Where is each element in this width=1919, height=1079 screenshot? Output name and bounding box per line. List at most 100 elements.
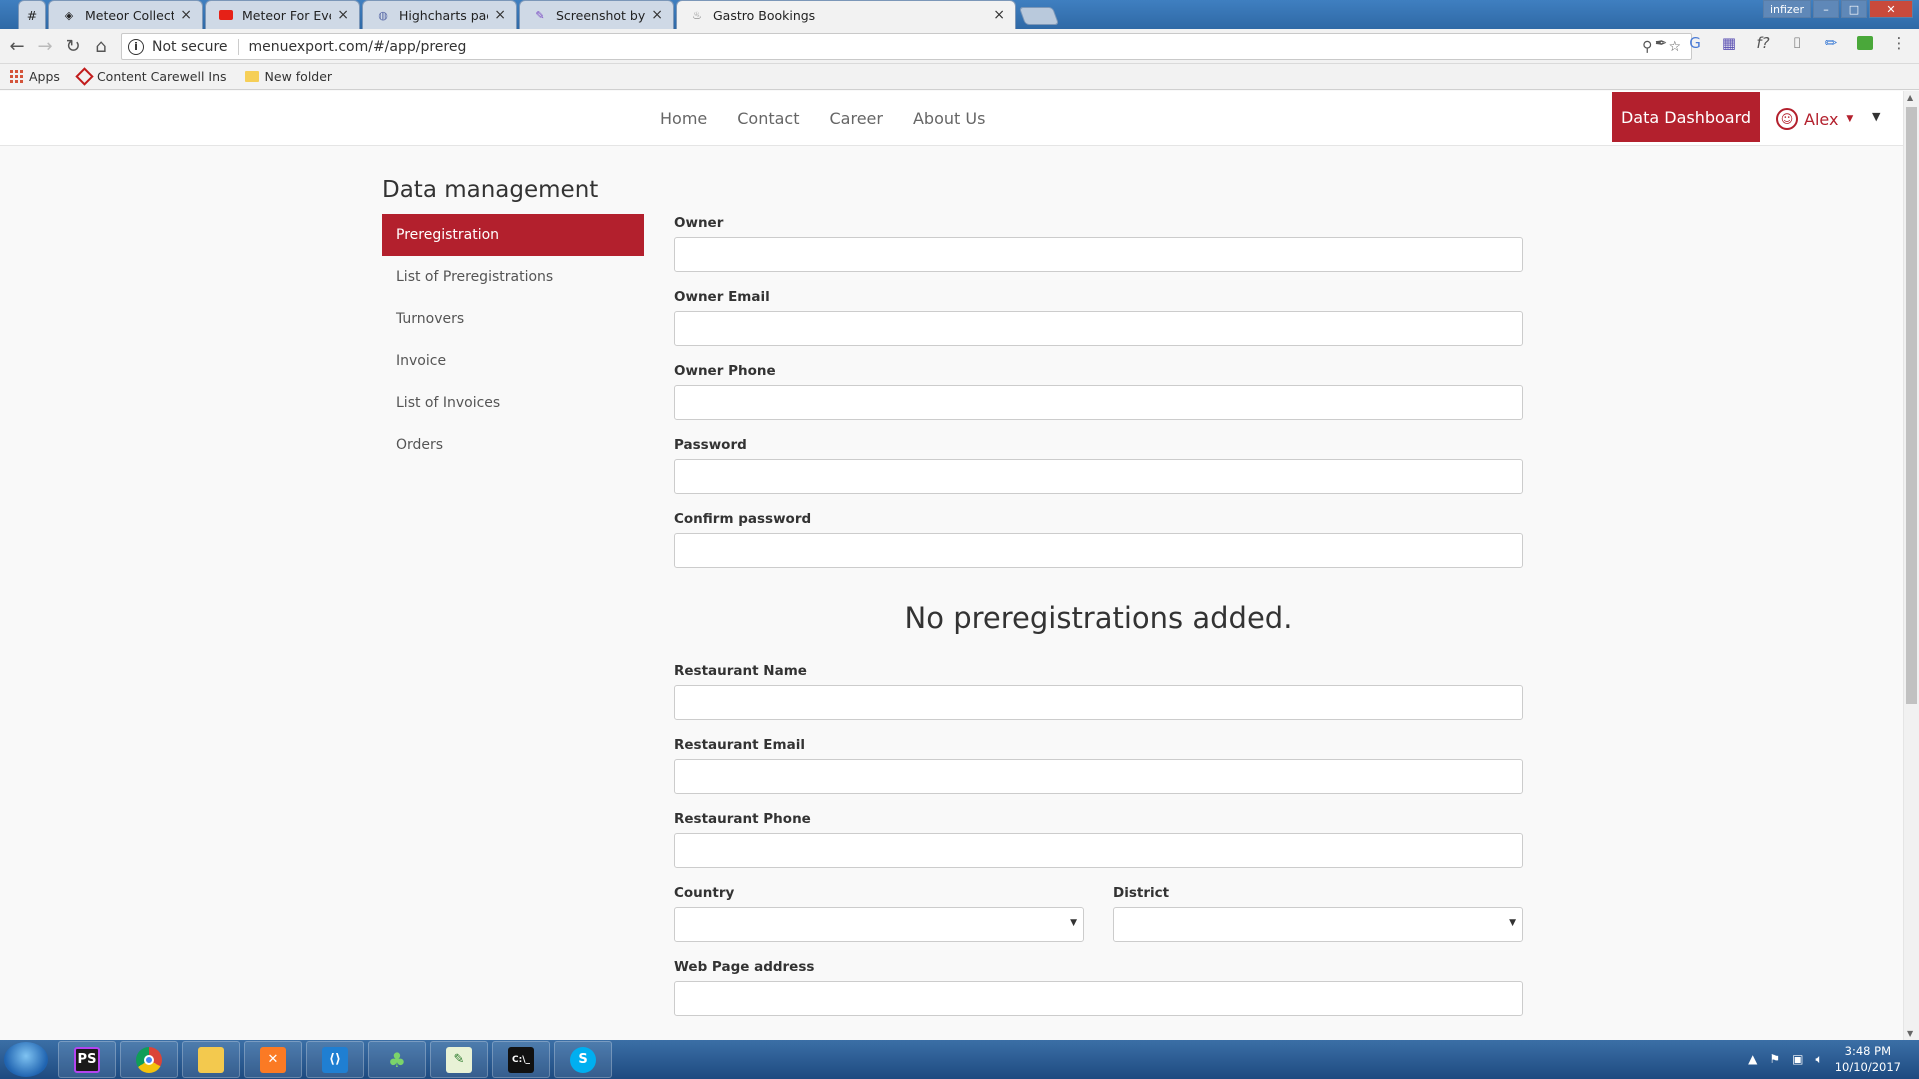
owner-phone-label: Owner Phone [674,363,776,379]
district-field: District ▼ [1113,885,1523,942]
data-dashboard-button[interactable]: Data Dashboard [1612,92,1760,142]
owner-phone-input[interactable] [674,385,1523,420]
network-icon[interactable]: ▣ [1792,1052,1803,1066]
forward-arrow-icon[interactable]: → [34,36,56,57]
minimize-icon[interactable]: – [1813,0,1839,18]
taskbar-robomongo[interactable]: ♣ [368,1041,426,1078]
translate-extension-icon[interactable]: G [1685,33,1705,53]
web-page-field: Web Page address [674,959,1523,1016]
district-select[interactable]: ▼ [1113,907,1523,942]
owner-email-label: Owner Email [674,289,770,305]
close-icon[interactable]: × [337,7,349,23]
taskbar-notepad[interactable]: ✎ [430,1041,488,1078]
eyedropper-extension-icon[interactable]: ✒ [1651,33,1671,53]
taskbar-chrome[interactable] [120,1041,178,1078]
taskbar-vscode[interactable]: ⟨⟩ [306,1041,364,1078]
password-input[interactable] [674,459,1523,494]
tab-title: Meteor Collections [85,7,174,23]
close-icon[interactable]: × [180,7,192,23]
maximize-icon[interactable]: □ [1841,0,1867,18]
new-tab-button[interactable] [1018,7,1060,25]
close-icon[interactable]: × [494,7,506,23]
home-icon[interactable]: ⌂ [90,36,112,57]
info-icon[interactable]: i [128,38,144,55]
bookmark-item[interactable]: Content Carewell Ins [75,67,227,86]
carewell-icon [75,67,94,86]
owner-input[interactable] [674,237,1523,272]
tab-title: Gastro Bookings [713,7,816,23]
user-name: Alex [1804,109,1839,129]
confirm-password-input[interactable] [674,533,1523,568]
scroll-down-icon[interactable]: ▼ [1907,1029,1913,1038]
address-bar[interactable]: i Not secure menuexport.com/#/app/prereg… [121,33,1692,60]
window-user-badge[interactable]: infizer [1762,0,1811,18]
restaurant-email-input[interactable] [674,759,1523,794]
close-icon[interactable]: × [993,7,1005,23]
sidebar-item-orders[interactable]: Orders [382,424,644,466]
scrollbar-thumb[interactable] [1906,107,1917,704]
sidebar-item-invoice[interactable]: Invoice [382,340,644,382]
nav-link-home[interactable]: Home [660,109,707,128]
user-menu[interactable]: ☺ Alex ▼ [1776,108,1853,130]
bookmark-folder[interactable]: New folder [244,69,332,84]
restaurant-phone-input[interactable] [674,833,1523,868]
formula-extension-icon[interactable]: f? [1753,33,1773,53]
sidebar-item-preregistration[interactable]: Preregistration [382,214,644,256]
close-icon[interactable]: × [651,7,663,23]
close-window-icon[interactable]: ✕ [1869,0,1913,18]
restaurant-name-field: Restaurant Name [674,663,1523,720]
confirm-password-label: Confirm password [674,511,812,527]
taskbar-xampp[interactable]: ✕ [244,1041,302,1078]
camera-extension-icon[interactable]: ⌷ [1787,33,1807,53]
page-scrollbar[interactable]: ▲ ▼ [1903,91,1919,1040]
sidebar-item-turnovers[interactable]: Turnovers [382,298,644,340]
browser-tab[interactable]: Meteor For Everyone Tut × [205,0,360,29]
taskbar-skype[interactable]: S [554,1041,612,1078]
browser-tab-active[interactable]: ♨ Gastro Bookings × [676,0,1016,29]
calendar-extension-icon[interactable]: ▦ [1719,33,1739,53]
tab-title: Screenshot by Lightshot [556,7,646,23]
pencil-extension-icon[interactable]: ✏ [1821,33,1841,53]
feather-icon: ✎ [535,8,545,22]
nav-link-career[interactable]: Career [830,109,883,128]
url-text[interactable]: menuexport.com/#/app/prereg [249,39,467,55]
restaurant-name-input[interactable] [674,685,1523,720]
browser-tab[interactable]: ✎ Screenshot by Lightshot × [519,0,674,29]
cors-extension-icon[interactable] [1855,33,1875,53]
browser-tab[interactable]: ◍ Highcharts packages | At × [362,0,517,29]
select-arrow-icon: ▼ [1509,918,1516,928]
bookmark-apps[interactable]: Apps [10,69,60,84]
gastro-icon: ♨ [692,8,702,22]
folder-icon [198,1046,224,1073]
restaurant-email-label: Restaurant Email [674,737,805,753]
sidebar-item-list-of-invoices[interactable]: List of Invoices [382,382,644,424]
back-arrow-icon[interactable]: ← [6,36,28,57]
tab-title: Highcharts packages | At [399,7,488,23]
browser-tab-pinned[interactable]: # [18,0,46,29]
clock[interactable]: 3:48 PM 10/10/2017 [1835,1043,1901,1075]
skype-icon: S [570,1046,596,1073]
nav-link-about-us[interactable]: About Us [913,109,985,128]
vscode-icon: ⟨⟩ [322,1046,348,1073]
dropdown-caret-icon[interactable]: ▼ [1872,110,1880,123]
nav-link-contact[interactable]: Contact [737,109,799,128]
web-page-input[interactable] [674,981,1523,1016]
volume-icon[interactable]: 🔈︎ [1816,1052,1823,1067]
restaurant-phone-field: Restaurant Phone [674,811,1523,868]
taskbar-explorer[interactable] [182,1041,240,1078]
action-center-flag-icon[interactable]: ⚑ [1769,1052,1780,1066]
owner-label: Owner [674,215,724,231]
sidebar-item-list-of-preregistrations[interactable]: List of Preregistrations [382,256,644,298]
phpstorm-icon: PS [74,1046,100,1073]
owner-email-input[interactable] [674,311,1523,346]
browser-tab[interactable]: ◈ Meteor Collections × [48,0,203,29]
tray-expand-icon[interactable]: ▲ [1748,1052,1757,1066]
clock-time: 3:48 PM [1844,1044,1892,1058]
start-button[interactable] [4,1042,48,1077]
reload-icon[interactable]: ↻ [62,36,84,57]
menu-dots-icon[interactable]: ⋮ [1889,33,1909,53]
country-select[interactable]: ▼ [674,907,1084,942]
taskbar-phpstorm[interactable]: PS [58,1041,116,1078]
taskbar-terminal[interactable]: C:\_ [492,1041,550,1078]
scroll-up-icon[interactable]: ▲ [1907,93,1913,102]
